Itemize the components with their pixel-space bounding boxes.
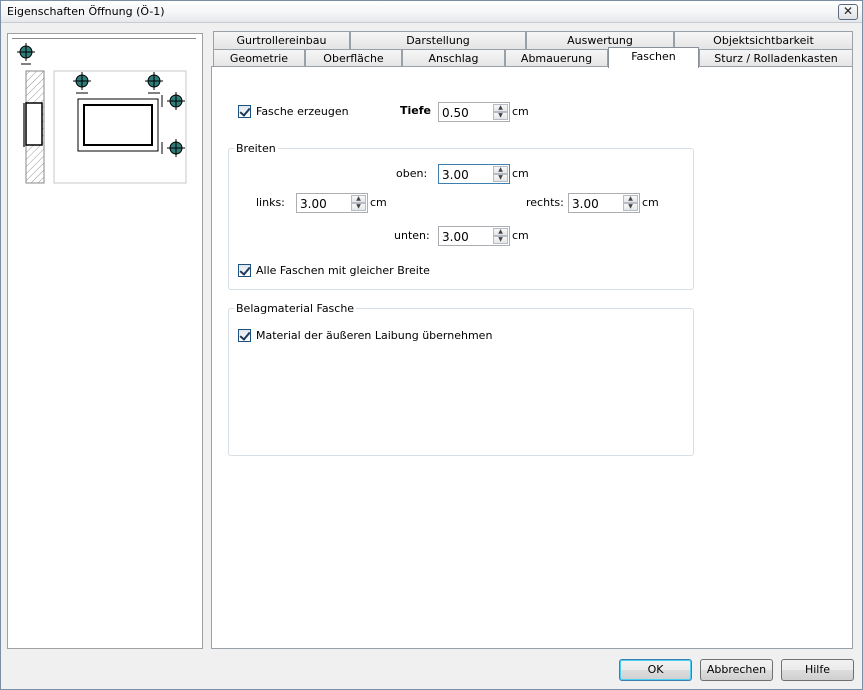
belagmaterial-legend: Belagmaterial Fasche <box>234 302 357 315</box>
ok-button[interactable]: OK <box>619 659 692 681</box>
opening-inner-outline <box>83 104 153 146</box>
fasche-erzeugen-label: Fasche erzeugen <box>256 105 349 118</box>
links-spinbox[interactable]: 3.00 ▲ ▼ <box>296 193 368 213</box>
faschen-tab-page: Fasche erzeugen Tiefe 0.50 ▲ ▼ cm Breite… <box>211 66 853 649</box>
tab-geometrie[interactable]: Geometrie <box>213 49 305 67</box>
tab-abmauerung[interactable]: Abmauerung <box>505 49 608 67</box>
opening-preview-drawing <box>17 43 187 184</box>
unten-value: 3.00 <box>442 230 469 244</box>
properties-dialog: Eigenschaften Öffnung (Ö-1) ✕ Gurtroller… <box>0 0 863 690</box>
tiefe-label: Tiefe <box>400 104 431 117</box>
breiten-legend: Breiten <box>234 142 278 155</box>
same-width-label: Alle Faschen mit gleicher Breite <box>256 264 430 277</box>
opening-preview-panel <box>7 33 203 649</box>
opening-section <box>25 102 43 146</box>
spin-up-icon[interactable]: ▲ <box>351 195 366 203</box>
rechts-value: 3.00 <box>572 197 599 211</box>
help-button[interactable]: Hilfe <box>781 659 854 681</box>
unten-unit: cm <box>512 229 529 242</box>
oben-spinbox[interactable]: 3.00 ▲ ▼ <box>438 164 510 184</box>
rechts-label: rechts: <box>526 196 564 209</box>
oben-unit: cm <box>512 167 529 180</box>
close-icon: ✕ <box>842 4 854 18</box>
tab-strip: Gurtrollereinbau Darstellung Auswertung … <box>213 31 853 68</box>
links-label: links: <box>256 196 285 209</box>
oben-value: 3.00 <box>442 168 469 182</box>
unten-label: unten: <box>394 229 430 242</box>
close-button[interactable]: ✕ <box>838 4 858 20</box>
rechts-spinbox[interactable]: 3.00 ▲ ▼ <box>568 193 640 213</box>
reference-point-icon[interactable] <box>17 43 35 65</box>
tab-sturz-rolladenkasten[interactable]: Sturz / Rolladenkasten <box>699 49 853 67</box>
links-value: 3.00 <box>300 197 327 211</box>
opening-preview-canvas <box>12 38 196 188</box>
tab-gurtrollereinbau[interactable]: Gurtrollereinbau <box>213 31 350 49</box>
rechts-unit: cm <box>642 196 659 209</box>
title-bar[interactable]: Eigenschaften Öffnung (Ö-1) ✕ <box>1 1 862 23</box>
unten-spinbox[interactable]: 3.00 ▲ ▼ <box>438 226 510 246</box>
tab-objektsichtbarkeit[interactable]: Objektsichtbarkeit <box>674 31 853 49</box>
fasche-erzeugen-checkbox[interactable] <box>238 105 251 118</box>
oben-label: oben: <box>396 167 428 180</box>
spin-up-icon[interactable]: ▲ <box>493 228 508 236</box>
tab-oberflaeche[interactable]: Oberfläche <box>305 49 402 67</box>
spin-up-icon[interactable]: ▲ <box>493 104 508 112</box>
links-unit: cm <box>370 196 387 209</box>
tiefe-unit: cm <box>512 105 529 118</box>
spin-down-icon[interactable]: ▼ <box>493 112 508 120</box>
cancel-button[interactable]: Abbrechen <box>700 659 773 681</box>
tab-anschlag[interactable]: Anschlag <box>402 49 505 67</box>
tiefe-spinbox[interactable]: 0.50 ▲ ▼ <box>438 102 510 122</box>
tab-faschen[interactable]: Faschen <box>608 47 699 68</box>
window-title: Eigenschaften Öffnung (Ö-1) <box>7 5 165 18</box>
spin-up-icon[interactable]: ▲ <box>623 195 638 203</box>
material-laibung-checkbox[interactable] <box>238 329 251 342</box>
same-width-checkbox[interactable] <box>238 264 251 277</box>
material-laibung-label: Material der äußeren Laibung übernehmen <box>256 329 493 342</box>
spin-down-icon[interactable]: ▼ <box>493 236 508 244</box>
spin-down-icon[interactable]: ▼ <box>351 203 366 211</box>
tab-darstellung[interactable]: Darstellung <box>350 31 526 49</box>
spin-up-icon[interactable]: ▲ <box>493 166 508 174</box>
spin-down-icon[interactable]: ▼ <box>493 174 508 182</box>
tiefe-value: 0.50 <box>442 106 469 120</box>
spin-down-icon[interactable]: ▼ <box>623 203 638 211</box>
